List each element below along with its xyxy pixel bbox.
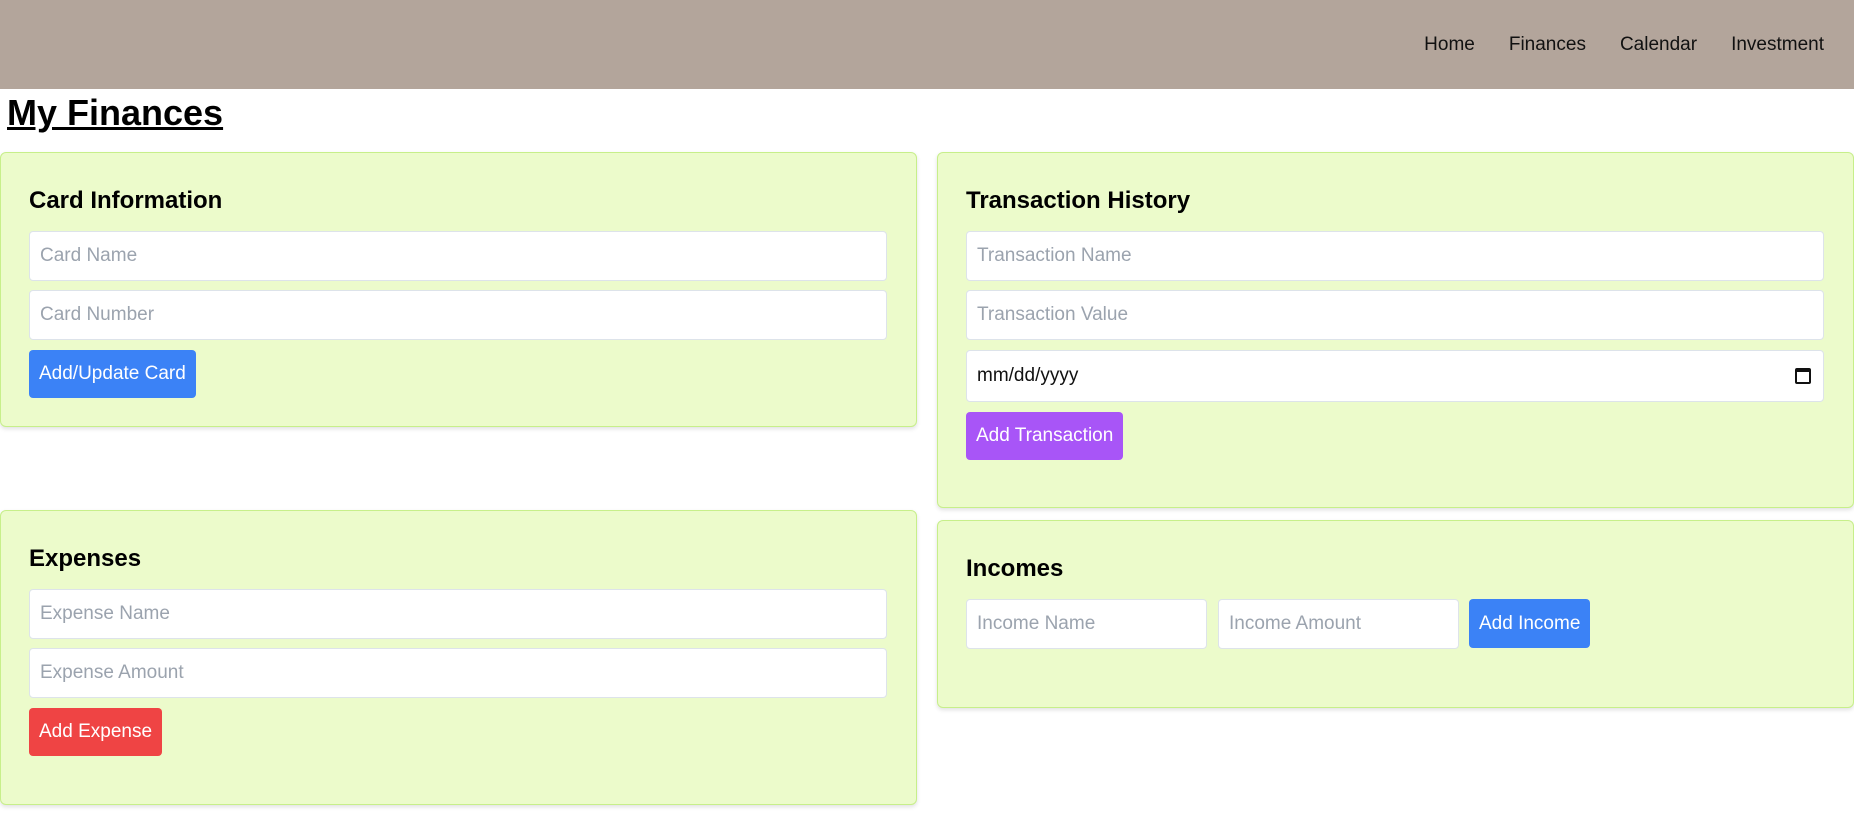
- add-transaction-button[interactable]: Add Transaction: [966, 412, 1124, 460]
- transaction-name-input[interactable]: [966, 231, 1824, 281]
- nav-home-link[interactable]: Home: [1424, 35, 1475, 54]
- incomes-panel: Incomes Add Income: [937, 520, 1854, 708]
- card-name-input[interactable]: [29, 231, 887, 281]
- expenses-panel: Expenses Add Expense: [0, 510, 917, 805]
- calendar-icon[interactable]: [1795, 368, 1811, 384]
- nav-investment-link[interactable]: Investment: [1731, 35, 1824, 54]
- transaction-date-input[interactable]: mm/dd/yyyy: [966, 350, 1824, 402]
- nav-finances-link[interactable]: Finances: [1509, 35, 1586, 54]
- transaction-value-input[interactable]: [966, 290, 1824, 340]
- transaction-history-panel: Transaction History mm/dd/yyyy Add Trans…: [937, 152, 1854, 508]
- expense-name-input[interactable]: [29, 589, 887, 639]
- card-number-input[interactable]: [29, 290, 887, 340]
- add-expense-button[interactable]: Add Expense: [29, 708, 163, 756]
- income-name-input[interactable]: [966, 599, 1207, 649]
- incomes-heading: Incomes: [966, 555, 1064, 582]
- card-information-panel: Card Information Add/Update Card: [0, 152, 917, 427]
- expense-amount-input[interactable]: [29, 648, 887, 698]
- date-placeholder: mm/dd/yyyy: [977, 365, 1079, 386]
- transaction-history-heading: Transaction History: [966, 187, 1191, 214]
- page-title: My Finances: [7, 92, 224, 133]
- top-navbar: Home Finances Calendar Investment: [0, 0, 1854, 89]
- add-update-card-button[interactable]: Add/Update Card: [29, 350, 196, 398]
- income-amount-input[interactable]: [1218, 599, 1459, 649]
- card-information-heading: Card Information: [29, 187, 223, 214]
- expenses-heading: Expenses: [29, 545, 142, 572]
- add-income-button[interactable]: Add Income: [1469, 599, 1591, 648]
- nav-calendar-link[interactable]: Calendar: [1620, 35, 1697, 54]
